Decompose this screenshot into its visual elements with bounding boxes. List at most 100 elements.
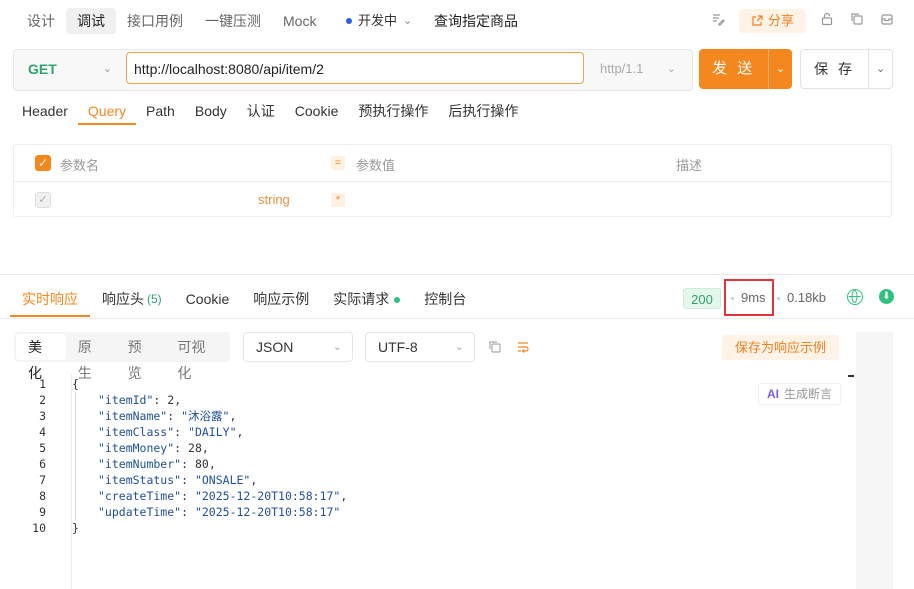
tab-response-headers[interactable]: 响应头 (5): [90, 285, 174, 317]
format-select[interactable]: JSON ⌄: [243, 332, 353, 362]
json-value: 28: [188, 441, 202, 455]
tab-test-cases[interactable]: 接口用例: [116, 8, 194, 34]
json-field-line: "itemStatus": "ONSALE",: [98, 473, 258, 487]
json-field-line: "itemMoney": 28,: [98, 441, 209, 455]
chevron-down-icon: ⌄: [102, 63, 112, 75]
tab-path[interactable]: Path: [136, 99, 185, 125]
tab-raw[interactable]: 原生: [66, 334, 116, 381]
line-number: 7: [39, 473, 46, 487]
response-tabs: 实时响应 响应头 (5) Cookie 响应示例 实际请求 控制台: [10, 285, 478, 317]
select-all-checkbox[interactable]: ✓: [35, 155, 51, 171]
tab-visualize[interactable]: 可视化: [165, 334, 228, 381]
send-button[interactable]: 发 送 ⌄: [699, 49, 792, 89]
json-field-line: "itemId": 2,: [98, 393, 182, 407]
save-button[interactable]: 保 存 ⌄: [800, 49, 893, 89]
tab-post-script[interactable]: 后执行操作: [438, 99, 528, 125]
status-badge: 200: [683, 288, 721, 309]
ai-icon: AI: [767, 387, 779, 401]
query-params-table: ✓ 参数名 = 参数值 描述 ✓ string *: [13, 144, 892, 217]
tab-actual-request[interactable]: 实际请求: [321, 285, 412, 317]
ai-generate-assertion-button[interactable]: AI 生成断言: [758, 383, 842, 405]
json-open-brace: {: [72, 377, 79, 391]
json-key: "itemNumber": [98, 457, 182, 471]
chevron-down-icon: ⌄: [454, 341, 464, 353]
format-tabs: 美化 原生 预览 可视化: [14, 332, 230, 381]
json-field-line: "itemName": "沐浴露",: [98, 409, 237, 423]
tab-auth[interactable]: 认证: [237, 99, 285, 125]
tab-response-cookie[interactable]: Cookie: [174, 285, 242, 317]
json-key: "itemClass": [98, 425, 175, 439]
scrollbar-thumb[interactable]: [848, 375, 854, 377]
response-time: 9ms: [741, 290, 766, 305]
share-button[interactable]: 分享: [738, 9, 806, 33]
environment-selector[interactable]: 开发中 ⌄: [346, 8, 412, 34]
param-type: string: [258, 192, 290, 207]
environment-label: 开发中: [358, 13, 398, 28]
url-input[interactable]: http://localhost:8080/api/item/2: [126, 52, 584, 84]
json-key: "itemStatus": [98, 473, 182, 487]
tab-query[interactable]: Query: [77, 99, 137, 125]
format-select-value: JSON: [256, 339, 294, 355]
tab-pre-script[interactable]: 预执行操作: [348, 99, 438, 125]
tab-design[interactable]: 设计: [16, 8, 66, 34]
http-version-label: http/1.1: [600, 61, 644, 76]
tab-debug[interactable]: 调试: [66, 8, 116, 34]
required-marker-icon: *: [331, 193, 345, 207]
line-number: 6: [39, 457, 46, 471]
line-number: 3: [39, 409, 46, 423]
tab-cookie[interactable]: Cookie: [285, 99, 349, 125]
edit-note-icon[interactable]: [709, 12, 727, 30]
ai-badge-label: 生成断言: [784, 387, 833, 401]
response-size: 0.18kb: [787, 290, 827, 305]
tab-mock[interactable]: Mock: [272, 8, 327, 34]
json-field-line: "createTime": "2025-12-20T10:58:17",: [98, 489, 348, 503]
tab-header[interactable]: Header: [12, 99, 78, 125]
tab-load-test[interactable]: 一键压测: [194, 8, 272, 34]
tab-console[interactable]: 控制台: [412, 285, 478, 317]
send-label: 发 送: [712, 60, 756, 77]
api-title: 查询指定商品: [434, 13, 518, 29]
json-value: "2025-12-20T10:58:17": [194, 489, 341, 503]
mode-tabs: 设计 调试 接口用例 一键压测 Mock: [16, 8, 327, 34]
encoding-select-value: UTF-8: [378, 339, 418, 355]
line-number: 1: [39, 377, 46, 391]
json-value: "2025-12-20T10:58:17": [194, 505, 341, 519]
tab-preview[interactable]: 预览: [116, 334, 166, 381]
json-value: "沐浴露": [181, 409, 230, 423]
tab-pretty[interactable]: 美化: [16, 334, 66, 381]
copy-icon[interactable]: [848, 12, 866, 30]
tab-realtime-response[interactable]: 实时响应: [10, 285, 90, 317]
json-field-line: "itemNumber": 80,: [98, 457, 216, 471]
json-value: 80: [194, 457, 209, 471]
json-key: "itemId": [98, 393, 154, 407]
lock-icon[interactable]: [818, 12, 836, 30]
line-number: 2: [39, 393, 46, 407]
globe-icon[interactable]: [847, 289, 863, 305]
row-checkbox[interactable]: ✓: [35, 192, 51, 208]
save-as-example-button[interactable]: 保存为响应示例: [722, 335, 839, 360]
tab-body[interactable]: Body: [185, 99, 237, 125]
line-number: 5: [39, 441, 46, 455]
chevron-down-icon: ⌄: [666, 63, 676, 75]
http-version-select[interactable]: http/1.1 ⌄: [600, 50, 692, 88]
copy-icon[interactable]: [488, 340, 502, 357]
col-description: 描述: [676, 158, 703, 173]
top-toolbar: 分享: [709, 8, 896, 34]
json-value: "ONSALE": [194, 473, 251, 487]
environment-dot-icon: [346, 18, 352, 24]
send-dropdown-chevron-icon[interactable]: ⌄: [768, 49, 792, 89]
download-icon[interactable]: ⬇: [879, 289, 894, 304]
method-select[interactable]: GET ⌄: [14, 50, 124, 88]
section-divider: [0, 274, 914, 275]
tab-response-example[interactable]: 响应示例: [241, 285, 321, 317]
status-dot-icon: [394, 297, 401, 303]
bulk-edit-icon[interactable]: =: [331, 156, 345, 170]
share-icon: [752, 15, 763, 26]
archive-icon[interactable]: [878, 12, 896, 30]
wrap-lines-icon[interactable]: [516, 340, 530, 357]
encoding-select[interactable]: UTF-8 ⌄: [365, 332, 475, 362]
save-dropdown-chevron-icon[interactable]: ⌄: [868, 50, 892, 88]
tab-response-headers-label: 响应头: [102, 291, 144, 307]
params-header-row: ✓ 参数名 = 参数值 描述: [14, 145, 891, 182]
save-label: 保 存: [814, 61, 856, 77]
